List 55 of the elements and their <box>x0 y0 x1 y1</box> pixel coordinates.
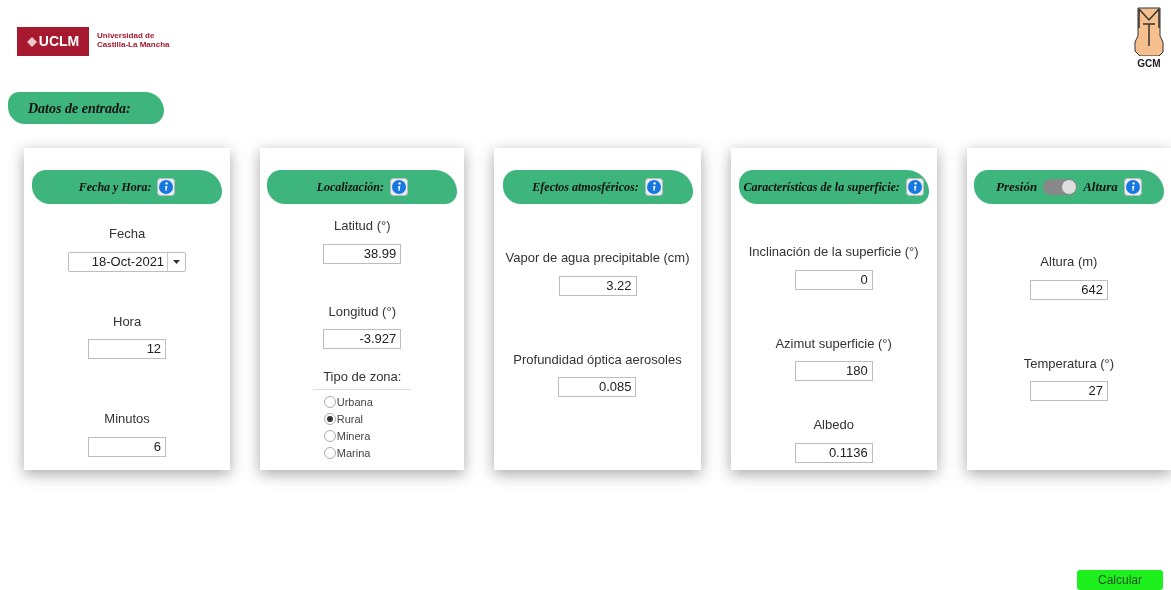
field-label: Azimut superficie (°) <box>775 334 892 353</box>
group-logo-icon <box>1134 6 1164 56</box>
field-label: Albedo <box>813 416 854 434</box>
calculate-button[interactable]: Calcular <box>1077 570 1163 590</box>
toggle-label: Presión <box>995 178 1038 197</box>
field-label: Minutos <box>104 410 150 428</box>
input-field[interactable]: 38.99 <box>323 243 402 264</box>
info-icon <box>1123 178 1142 196</box>
radio-button[interactable] <box>323 447 336 459</box>
field-label: Profundidad óptica aerosoles <box>513 350 682 369</box>
input-field[interactable]: -3.927 <box>323 329 402 349</box>
field-label: Inclinación de la superficie (°) <box>748 243 919 261</box>
radio-label: Rural <box>336 411 364 427</box>
radio-label: Minera <box>336 428 371 444</box>
date-picker[interactable]: 18-Oct-2021 <box>68 251 187 272</box>
panel-title: Localización: <box>316 179 384 196</box>
field-label: Hora <box>113 312 142 331</box>
field-label: Temperatura (°) <box>1023 354 1115 373</box>
toggle-label: Altura <box>1083 178 1118 197</box>
field-label: Longitud (°) <box>328 302 396 321</box>
input-field[interactable]: 27 <box>1029 381 1108 401</box>
panel-title: Características de la superficie: <box>743 179 900 196</box>
panel-title: Efectos atmosféricos: <box>532 179 639 196</box>
input-field[interactable]: 0.085 <box>558 377 637 397</box>
group-logo-text: GCM <box>1137 57 1161 71</box>
input-field[interactable]: 0 <box>794 269 873 290</box>
info-icon <box>389 178 408 196</box>
diamond-icon <box>26 36 37 47</box>
input-field[interactable]: 6 <box>88 436 167 457</box>
input-field[interactable]: 642 <box>1029 279 1108 300</box>
field-label: Altura (m) <box>1040 253 1098 271</box>
radio-label: Marina <box>336 445 371 461</box>
date-value: 18-Oct-2021 <box>90 252 166 271</box>
radio-button[interactable] <box>323 413 336 425</box>
info-icon <box>905 178 924 196</box>
toggle-switch[interactable] <box>1043 179 1078 195</box>
radio-button[interactable] <box>323 430 336 442</box>
info-icon <box>157 178 176 196</box>
input-field[interactable]: 12 <box>88 339 167 359</box>
input-field[interactable]: 3.22 <box>558 275 637 296</box>
field-label: Latitud (°) <box>334 217 391 235</box>
radio-button[interactable] <box>323 396 336 408</box>
input-field[interactable]: 0.1136 <box>794 442 873 463</box>
field-label: Tipo de zona: <box>313 367 412 390</box>
input-field[interactable]: 180 <box>794 361 873 381</box>
info-icon <box>644 178 663 196</box>
logo-text: UCLM <box>38 32 80 51</box>
panel-title: Fecha y Hora: <box>78 179 152 196</box>
field-label: Fecha <box>109 225 146 243</box>
field-label: Vapor de agua precipitable (cm) <box>505 249 690 267</box>
radio-label: Urbana <box>336 394 373 410</box>
section-title: Datos de entrada: <box>8 92 164 124</box>
caret-icon <box>173 259 181 264</box>
university-name: Castilla-La Mancha <box>97 39 170 49</box>
university-name: Universidad de <box>97 30 156 40</box>
